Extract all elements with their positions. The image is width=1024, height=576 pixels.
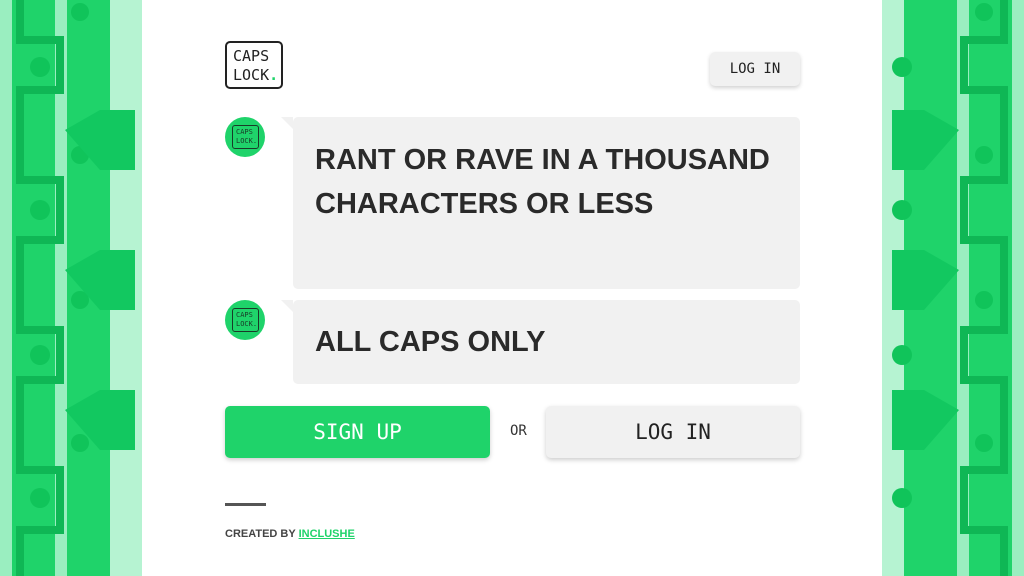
or-separator: OR (510, 423, 527, 439)
message-bubble: ALL CAPS ONLY (281, 300, 800, 384)
login-button[interactable]: LOG IN (546, 406, 800, 458)
logo-dot: . (269, 66, 279, 84)
credit-label: CREATED BY (225, 528, 296, 540)
caps-lock-logo[interactable]: CAPS LOCK. (225, 41, 283, 89)
message-text: ALL CAPS ONLY (315, 326, 546, 358)
caps-lock-logo-icon: CAPS LOCK. (232, 308, 259, 332)
left-decorative-pattern (0, 0, 142, 576)
message-bubble: RANT OR RAVE IN A THOUSAND CHARACTERS OR… (281, 117, 800, 289)
caps-lock-logo-icon: CAPS LOCK. (232, 125, 259, 149)
author-link[interactable]: INCLUSHE (299, 528, 355, 540)
logo-line-1: CAPS (233, 47, 270, 65)
avatar: CAPS LOCK. (225, 117, 265, 157)
main-content: CAPS LOCK. LOG IN CAPS LOCK. RANT OR RAVE… (142, 0, 882, 576)
avatar: CAPS LOCK. (225, 300, 265, 340)
signup-button[interactable]: SIGN UP (225, 406, 490, 458)
footer-divider (225, 503, 266, 506)
footer-credit: CREATED BY INCLUSHE (225, 528, 355, 540)
right-decorative-pattern (882, 0, 1024, 576)
logo-line-2: LOCK (233, 66, 270, 84)
header-login-button[interactable]: LOG IN (710, 52, 800, 86)
message-text: RANT OR RAVE IN A THOUSAND CHARACTERS OR… (315, 144, 770, 220)
